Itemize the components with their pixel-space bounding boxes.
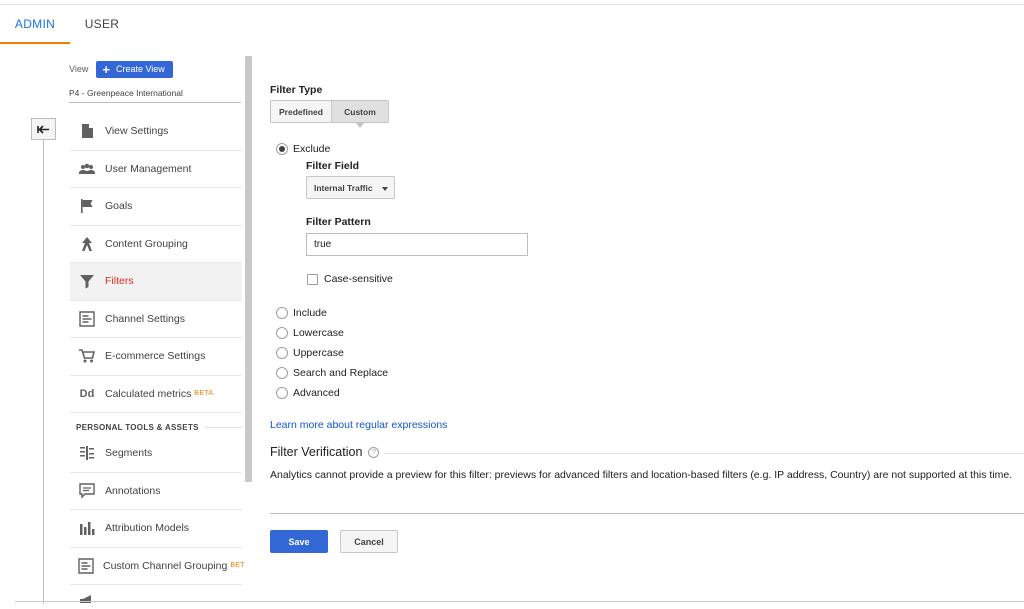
- view-nav-list: View Settings User Management Goals Cont…: [70, 113, 245, 603]
- channel-icon: [78, 557, 94, 575]
- personal-tools-heading: PERSONAL TOOLS & ASSETS: [70, 413, 242, 435]
- segments-icon: [78, 444, 96, 462]
- view-selector-underline: [69, 102, 241, 103]
- nav-scrollbar[interactable]: [245, 56, 252, 482]
- case-sensitive-option[interactable]: Case-sensitive: [307, 273, 393, 285]
- uppercase-radio-option[interactable]: Uppercase: [276, 347, 344, 359]
- filter-field-dropdown[interactable]: Internal Traffic: [306, 176, 395, 199]
- nav-item-filters[interactable]: Filters: [70, 263, 242, 301]
- document-icon: [78, 122, 96, 140]
- filter-type-toggle: Predefined Custom: [270, 100, 389, 128]
- nav-item-custom-channel-grouping[interactable]: Custom Channel Grouping BET: [70, 548, 245, 585]
- nav-item-label: Calculated metrics: [105, 387, 192, 400]
- form-divider: [270, 513, 1024, 514]
- nav-item-label: Annotations: [105, 484, 161, 497]
- collapse-nav-button[interactable]: [31, 118, 56, 140]
- back-arrow-icon: [37, 124, 49, 134]
- section-title: PERSONAL TOOLS & ASSETS: [76, 423, 199, 432]
- lowercase-radio-option[interactable]: Lowercase: [276, 327, 344, 339]
- advanced-label: Advanced: [293, 387, 340, 399]
- people-icon: [78, 160, 96, 178]
- filter-pattern-label: Filter Pattern: [306, 216, 371, 228]
- chevron-down-icon: [382, 187, 388, 191]
- nav-item-attribution-models[interactable]: Attribution Models: [70, 510, 242, 548]
- exclude-radio-option[interactable]: Exclude: [276, 143, 330, 155]
- nav-item-label: Custom Channel Grouping: [103, 559, 228, 572]
- custom-button[interactable]: Custom: [331, 100, 389, 128]
- nav-item-label: Goals: [105, 200, 133, 213]
- nav-item-label: User Management: [105, 162, 192, 175]
- create-view-label: Create View: [115, 64, 165, 74]
- lowercase-radio[interactable]: [276, 327, 288, 339]
- dd-icon: Dd: [79, 387, 95, 400]
- verification-divider: [384, 453, 1024, 454]
- bottom-divider: [15, 601, 1024, 602]
- advanced-radio[interactable]: [276, 387, 288, 399]
- nav-item-label: Filters: [105, 275, 134, 288]
- annotation-icon: [78, 482, 96, 500]
- case-sensitive-checkbox[interactable]: [307, 273, 318, 285]
- filter-verification-heading: Filter Verification ?: [270, 445, 380, 459]
- include-radio-option[interactable]: Include: [276, 307, 327, 319]
- nav-item-ecommerce-settings[interactable]: E-commerce Settings: [70, 338, 242, 376]
- nav-item-segments[interactable]: Segments: [70, 435, 242, 473]
- save-button[interactable]: Save: [270, 530, 328, 553]
- nav-item-label: Segments: [105, 447, 153, 460]
- section-divider: [204, 427, 242, 428]
- nav-item-label: E-commerce Settings: [105, 350, 206, 363]
- content-grouping-icon: [78, 235, 96, 253]
- tab-user[interactable]: USER: [80, 5, 124, 44]
- cancel-button[interactable]: Cancel: [340, 530, 398, 553]
- filter-icon: [78, 272, 96, 290]
- lowercase-label: Lowercase: [293, 327, 344, 339]
- channel-icon: [78, 310, 96, 328]
- flag-icon: [78, 197, 96, 215]
- predefined-button[interactable]: Predefined: [270, 100, 332, 123]
- uppercase-radio[interactable]: [276, 347, 288, 359]
- bar-chart-icon: [78, 519, 96, 537]
- filter-pattern-input[interactable]: [306, 233, 528, 256]
- learn-more-link[interactable]: Learn more about regular expressions: [270, 419, 447, 431]
- help-icon[interactable]: ?: [368, 446, 380, 458]
- search-replace-radio[interactable]: [276, 367, 288, 379]
- include-label: Include: [293, 307, 327, 319]
- view-selector[interactable]: P4 - Greenpeace International: [69, 88, 183, 98]
- plus-icon: +: [102, 61, 110, 77]
- create-view-button[interactable]: + Create View: [96, 60, 173, 78]
- search-replace-radio-option[interactable]: Search and Replace: [276, 367, 388, 379]
- nav-item-label: Content Grouping: [105, 237, 188, 250]
- exclude-radio[interactable]: [276, 143, 288, 155]
- case-sensitive-label: Case-sensitive: [324, 273, 393, 285]
- view-label: View: [69, 64, 89, 74]
- tab-admin[interactable]: ADMIN: [0, 5, 70, 44]
- verification-message: Analytics cannot provide a preview for t…: [270, 469, 1013, 481]
- include-radio[interactable]: [276, 307, 288, 319]
- beta-badge: BETA: [194, 390, 214, 398]
- filter-type-label: Filter Type: [270, 84, 323, 96]
- advanced-radio-option[interactable]: Advanced: [276, 387, 340, 399]
- view-header: View + Create View: [69, 60, 173, 78]
- nav-item-annotations[interactable]: Annotations: [70, 473, 242, 510]
- nav-item-channel-settings[interactable]: Channel Settings: [70, 301, 242, 338]
- exclude-label: Exclude: [293, 143, 331, 155]
- nav-item-label: View Settings: [105, 125, 169, 138]
- verification-title: Filter Verification: [270, 445, 363, 459]
- nav-item-label: Channel Settings: [105, 312, 185, 325]
- beta-badge: BET: [230, 562, 245, 570]
- nav-item-calculated-metrics[interactable]: Dd Calculated metrics BETA: [70, 376, 242, 413]
- filter-field-value: Internal Traffic: [314, 182, 373, 193]
- nav-item-user-management[interactable]: User Management: [70, 151, 242, 188]
- nav-tree-line: [43, 140, 44, 604]
- search-replace-label: Search and Replace: [293, 367, 389, 379]
- nav-item-view-settings[interactable]: View Settings: [70, 113, 242, 151]
- nav-item-label: Attribution Models: [105, 522, 190, 535]
- admin-tabs: ADMIN USER: [0, 5, 1024, 44]
- filter-field-label: Filter Field: [306, 160, 360, 172]
- uppercase-label: Uppercase: [293, 347, 344, 359]
- nav-item-content-grouping[interactable]: Content Grouping: [70, 226, 242, 263]
- cart-icon: [78, 347, 96, 365]
- nav-item-goals[interactable]: Goals: [70, 188, 242, 226]
